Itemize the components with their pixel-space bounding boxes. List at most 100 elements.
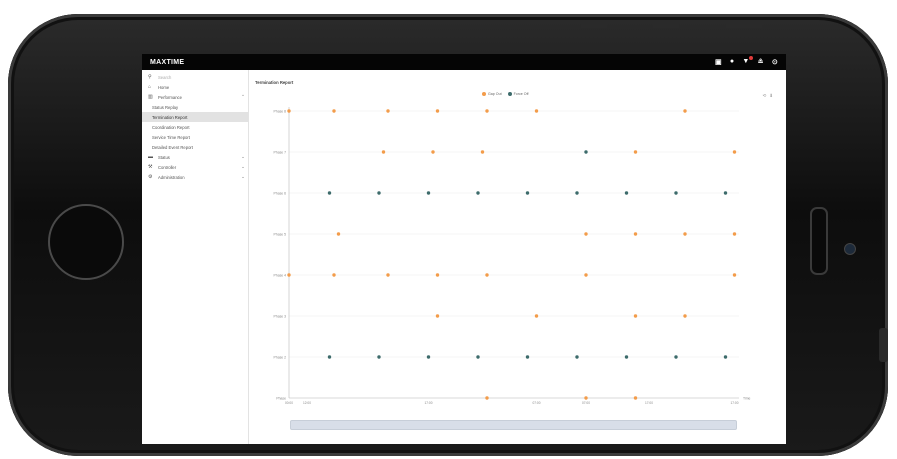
chevron-down-icon: ⌄ <box>241 174 245 179</box>
termination-chart: Phase Phase 2 Phase 3 Phase 4 Phase 5 Phase 6… <box>274 107 751 405</box>
y-tick-label: Phase 8 <box>274 109 287 113</box>
data-point <box>584 150 588 154</box>
main-content: Termination Report Gap Out Force Off ⟲ ⬇… <box>249 70 786 444</box>
data-point <box>476 191 480 195</box>
sidebar-item-label: Termination Report <box>152 114 188 120</box>
home-icon: ⌂ <box>148 84 152 90</box>
user-icon[interactable]: ≗ <box>758 58 764 66</box>
home-button[interactable] <box>48 204 124 280</box>
x-tick-label: 07:00 <box>533 401 541 405</box>
y-tick-label: Phase 4 <box>274 273 287 277</box>
data-point <box>575 191 579 195</box>
sidebar-item-performance[interactable]: ▥ Performance ⌃ <box>142 92 248 102</box>
data-point <box>485 396 489 400</box>
data-point <box>584 396 588 400</box>
chevron-down-icon: ⌄ <box>241 154 245 159</box>
sidebar-item-label: Status <box>158 154 170 160</box>
data-point <box>287 273 291 277</box>
header-icons: ▣ ● ▼ ≗ ⊙ <box>715 56 778 66</box>
data-point <box>386 273 390 277</box>
data-point <box>633 314 638 318</box>
search-icon: ⚲ <box>148 74 152 80</box>
data-zoom-slider[interactable] <box>290 420 737 430</box>
data-point <box>732 232 737 236</box>
x-axis-label: Time <box>743 397 751 401</box>
y-tick-label: Phase 6 <box>274 191 287 195</box>
search-placeholder: Search <box>158 74 172 80</box>
sidebar-item-coordination-report[interactable]: Coordination Report <box>142 122 248 132</box>
data-point <box>485 109 489 113</box>
data-point <box>377 191 381 195</box>
sidebar-item-termination-report[interactable]: Termination Report <box>142 112 248 122</box>
data-point <box>287 109 291 113</box>
sidebar: ⚲ Search ⌂ Home ▥ Performance ⌃ Status R… <box>142 70 249 444</box>
notification-icon[interactable]: ▼ <box>742 56 753 66</box>
sidebar-item-service-time-report[interactable]: Service Time Report <box>142 132 248 142</box>
data-point <box>732 273 737 277</box>
data-point <box>683 314 687 318</box>
data-point <box>633 396 638 400</box>
save-icon[interactable]: ▣ <box>715 58 722 66</box>
chevron-down-icon: ⌄ <box>241 164 245 169</box>
data-point <box>683 109 687 113</box>
wrench-icon: ⚒ <box>148 164 153 170</box>
data-point <box>377 355 381 359</box>
phone-button <box>581 21 607 28</box>
x-tick-label: 17:00 <box>645 401 653 405</box>
phone-button <box>653 21 679 28</box>
y-tick-label: Phase 7 <box>274 150 287 154</box>
data-point <box>624 355 629 359</box>
data-point <box>327 355 332 359</box>
y-tick-label: Phase 3 <box>274 314 287 318</box>
sidebar-item-label: Home <box>158 84 170 90</box>
camera <box>844 243 856 255</box>
data-point <box>624 191 629 195</box>
data-point <box>525 355 530 359</box>
data-point <box>674 191 678 195</box>
data-point <box>534 109 539 113</box>
data-point <box>476 355 480 359</box>
speaker-grille <box>810 207 828 275</box>
sidebar-item-label: Performance <box>158 94 182 100</box>
x-tick-label: 17:00 <box>425 401 433 405</box>
data-point <box>732 150 737 154</box>
x-tick-label: 17:00 <box>731 401 739 405</box>
data-point <box>431 150 435 154</box>
search-field[interactable]: ⚲ Search <box>142 72 248 82</box>
data-point <box>633 150 638 154</box>
data-point <box>435 273 440 277</box>
data-point <box>485 273 489 277</box>
sidebar-item-administration[interactable]: ⚙ Administration ⌄ <box>142 172 248 182</box>
help-icon[interactable]: ⊙ <box>772 58 778 66</box>
car-icon: ▬ <box>148 154 153 160</box>
chevron-up-icon: ⌃ <box>241 94 245 99</box>
data-point <box>723 191 728 195</box>
info-icon[interactable]: ● <box>730 58 735 66</box>
sidebar-item-label: Coordination Report <box>152 124 190 130</box>
data-point <box>386 109 390 113</box>
data-point <box>584 273 588 277</box>
phone-frame: MAXTIME ▣ ● ▼ ≗ ⊙ ⚲ Search ⌂ Home ▥ Perf… <box>8 14 888 456</box>
sidebar-item-home[interactable]: ⌂ Home <box>142 82 248 92</box>
data-point <box>674 355 678 359</box>
sidebar-item-detailed-event-report[interactable]: Detailed Event Report <box>142 142 248 152</box>
data-point <box>480 150 485 154</box>
data-point <box>381 150 386 154</box>
bar-chart-icon: ▥ <box>148 94 153 100</box>
data-point <box>426 191 431 195</box>
data-point <box>575 355 579 359</box>
sidebar-item-label: Detailed Event Report <box>152 144 193 150</box>
sidebar-item-label: Administration <box>158 174 185 180</box>
data-point <box>426 355 431 359</box>
data-point <box>435 109 440 113</box>
y-tick-label: Phase <box>276 396 286 400</box>
data-point <box>332 273 336 277</box>
sidebar-item-status[interactable]: ▬ Status ⌄ <box>142 152 248 162</box>
data-point <box>584 232 588 236</box>
data-point <box>327 191 332 195</box>
data-point <box>336 232 341 236</box>
sidebar-item-label: Controller <box>158 164 177 170</box>
sidebar-item-status-replay[interactable]: Status Replay <box>142 102 248 112</box>
data-point <box>683 232 687 236</box>
sidebar-item-controller[interactable]: ⚒ Controller ⌄ <box>142 162 248 172</box>
